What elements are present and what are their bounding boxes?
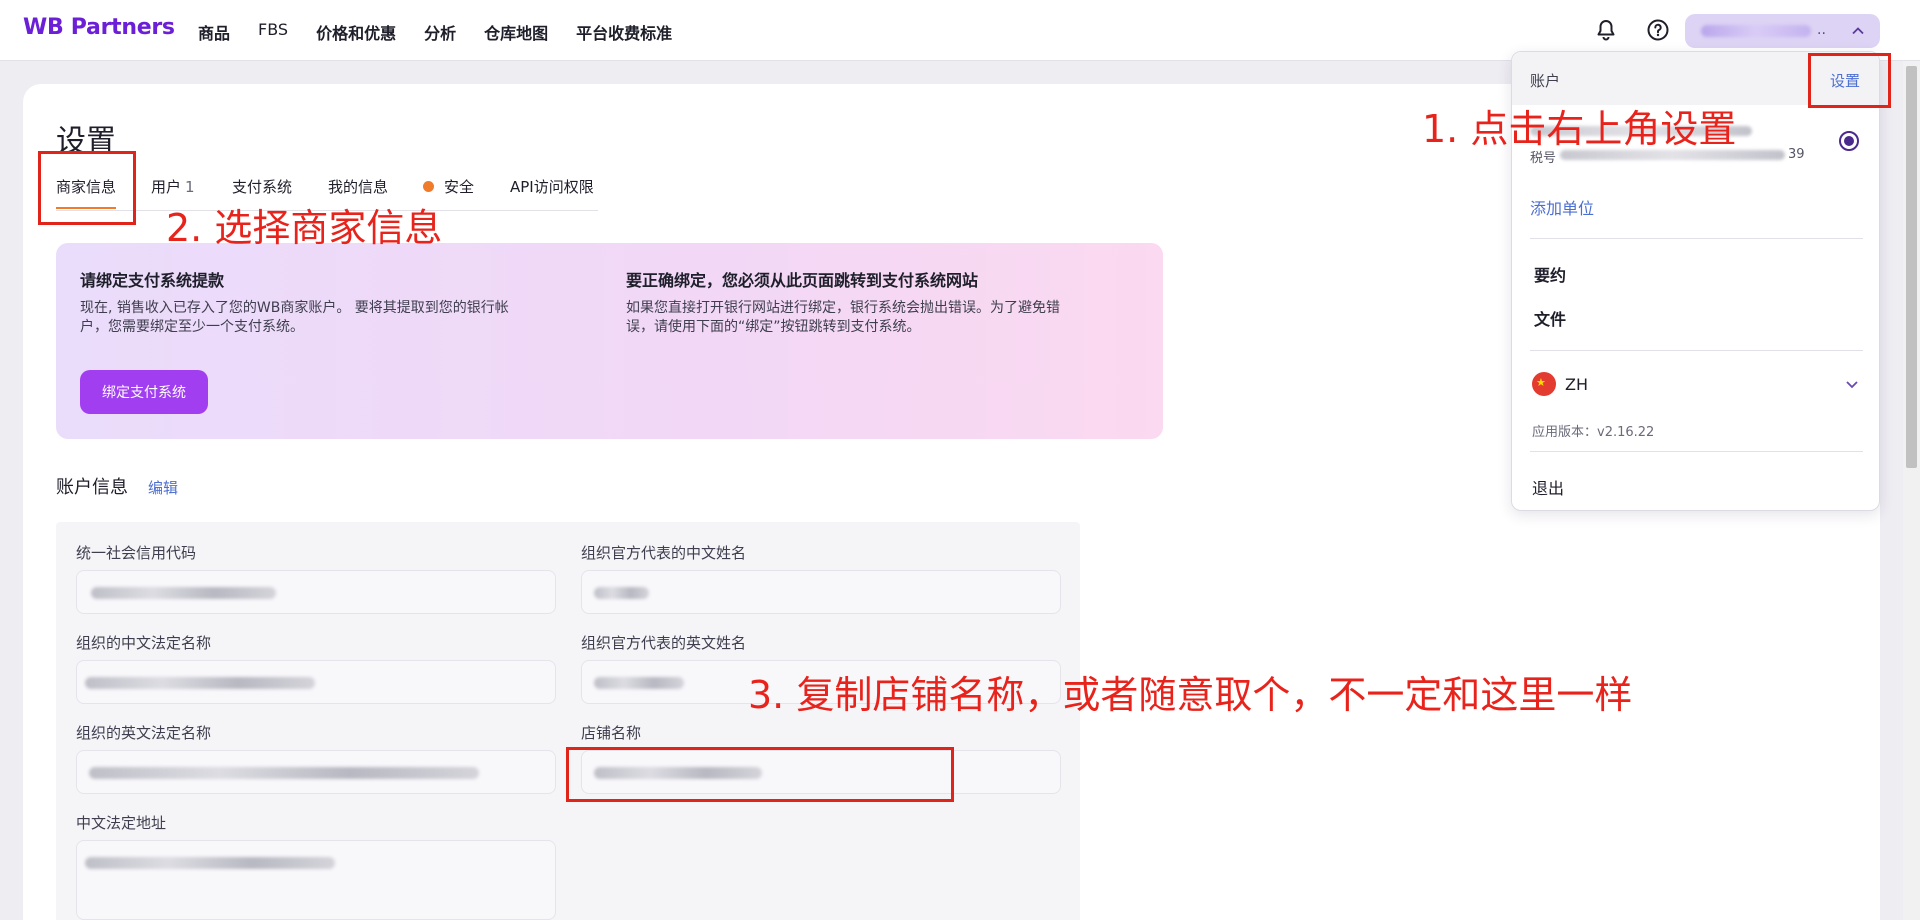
payment-banner: 请绑定支付系统提款 现在, 销售收入已存入了您的WB商家账户。 要将其提取到您的…: [56, 243, 1163, 439]
annotation-step-3: 3. 复制店铺名称，或者随意取个，不一定和这里一样: [748, 673, 1633, 717]
bind-payment-button[interactable]: 绑定支付系统: [80, 370, 208, 414]
bell-icon[interactable]: [1594, 18, 1618, 42]
tab-payment-systems[interactable]: 支付系统: [232, 176, 292, 197]
org-cn-name-label: 组织的中文法定名称: [76, 634, 212, 652]
account-menu-button[interactable]: ..: [1685, 14, 1880, 48]
warning-dot-icon: [423, 181, 434, 192]
divider: [1530, 350, 1863, 351]
account-info-title: 账户信息: [56, 477, 128, 498]
tab-my-info[interactable]: 我的信息: [328, 176, 388, 197]
cn-address-field[interactable]: [76, 840, 556, 920]
tab-users[interactable]: 用户 1: [151, 176, 195, 197]
logout-button[interactable]: 退出: [1532, 475, 1564, 499]
nav-item-fees[interactable]: 平台收费标准: [576, 20, 672, 44]
rep-cn-name-field[interactable]: [581, 570, 1061, 614]
nav-item-products[interactable]: 商品: [198, 20, 230, 44]
banner-left-text-2: 户，您需要绑定至少一个支付系统。: [80, 319, 304, 335]
language-selector[interactable]: ZH: [1565, 375, 1588, 394]
credit-code-label: 统一社会信用代码: [76, 544, 197, 562]
annotation-box-merchant-tab: [38, 151, 136, 225]
tab-label: 用户: [151, 178, 182, 196]
banner-right-text-1: 如果您直接打开银行网站进行绑定，银行系统会抛出错误。为了避免错: [626, 300, 1060, 316]
main-nav: 商品 FBS 价格和优惠 分析 仓库地图 平台收费标准: [198, 20, 672, 44]
add-unit-link[interactable]: 添加单位: [1530, 195, 1594, 219]
app-version: 应用版本：v2.16.22: [1532, 425, 1655, 440]
nav-item-prices[interactable]: 价格和优惠: [316, 20, 396, 44]
tab-label: 安全: [444, 178, 475, 196]
china-flag-icon: ★: [1532, 372, 1556, 396]
nav-item-fbs[interactable]: FBS: [258, 20, 288, 44]
org-cn-name-field[interactable]: [76, 660, 556, 704]
account-info-panel: 统一社会信用代码 组织官方代表的中文姓名 组织的中文法定名称 组织官方代表的英文…: [56, 522, 1080, 920]
cn-address-label: 中文法定地址: [76, 814, 167, 832]
scrollbar-thumb[interactable]: [1906, 66, 1917, 468]
tab-api-access[interactable]: API访问权限: [510, 176, 594, 197]
annotation-box-settings: [1808, 53, 1891, 108]
tax-id-suffix: 39: [1788, 147, 1805, 162]
brand-logo[interactable]: WB Partners: [23, 15, 175, 40]
menu-item-contract[interactable]: 要约: [1534, 262, 1566, 286]
banner-left-title: 请绑定支付系统提款: [80, 271, 225, 290]
edit-link[interactable]: 编辑: [148, 477, 178, 498]
redacted-value: [85, 677, 315, 689]
banner-right-text-2: 误，请使用下面的“绑定”按钮跳转到支付系统。: [626, 319, 921, 335]
help-icon[interactable]: [1646, 18, 1670, 42]
divider: [1530, 451, 1863, 452]
chevron-down-icon[interactable]: [1845, 377, 1859, 391]
divider: [1530, 238, 1863, 239]
annotation-step-2: 2. 选择商家信息: [166, 206, 443, 250]
nav-item-analytics[interactable]: 分析: [424, 20, 456, 44]
tab-security[interactable]: 安全: [423, 176, 474, 197]
redacted-value: [91, 587, 276, 599]
account-label: 账户: [1530, 72, 1561, 90]
shop-name-label: 店铺名称: [581, 724, 642, 742]
users-count: 1: [185, 178, 195, 196]
annotation-step-1: 1. 点击右上角设置: [1422, 107, 1737, 151]
rep-en-name-label: 组织官方代表的英文姓名: [581, 634, 747, 652]
account-name-redacted: [1701, 25, 1811, 37]
org-en-name-field[interactable]: [76, 750, 556, 794]
tab-label: API访问权限: [510, 178, 594, 196]
nav-item-warehouse-map[interactable]: 仓库地图: [484, 20, 548, 44]
menu-item-documents[interactable]: 文件: [1534, 306, 1566, 330]
redacted-value: [594, 677, 684, 689]
redacted-value: [85, 857, 335, 869]
banner-right-title: 要正确绑定，您必须从此页面跳转到支付系统网站: [626, 271, 979, 290]
tab-label: 我的信息: [328, 178, 389, 196]
selected-merchant-radio[interactable]: [1839, 131, 1859, 151]
annotation-box-shop-name: [566, 747, 954, 802]
credit-code-field[interactable]: [76, 570, 556, 614]
redacted-value: [594, 587, 649, 599]
account-name-ellipsis: ..: [1817, 22, 1826, 38]
org-en-name-label: 组织的英文法定名称: [76, 724, 212, 742]
redacted-value: [89, 767, 479, 779]
chevron-up-icon: [1852, 27, 1864, 35]
tab-label: 支付系统: [232, 178, 293, 196]
banner-left-text-1: 现在, 销售收入已存入了您的WB商家账户。 要将其提取到您的银行帐: [80, 300, 509, 316]
rep-cn-name-label: 组织官方代表的中文姓名: [581, 544, 747, 562]
